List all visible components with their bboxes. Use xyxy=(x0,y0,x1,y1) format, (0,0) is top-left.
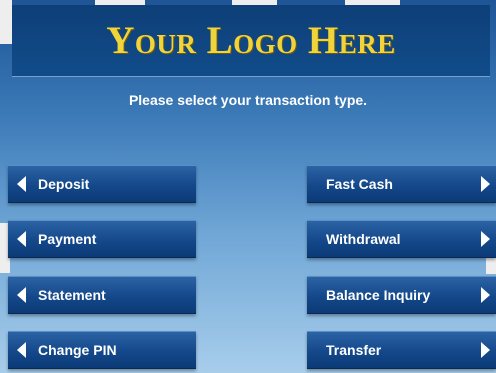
payment-button[interactable]: Payment xyxy=(8,220,196,258)
button-label: Fast Cash xyxy=(326,176,393,192)
arrow-right-icon xyxy=(481,342,490,358)
arrow-right-icon xyxy=(481,287,490,303)
transfer-button[interactable]: Transfer xyxy=(307,331,496,369)
arrow-left-icon xyxy=(17,176,26,192)
atm-screen: Your Logo Here Please select your transa… xyxy=(0,0,496,373)
button-label: Change PIN xyxy=(38,342,117,358)
withdrawal-button[interactable]: Withdrawal xyxy=(307,220,496,258)
logo-banner: Your Logo Here xyxy=(12,5,490,76)
logo-text: Your Logo Here xyxy=(106,19,396,62)
button-label: Deposit xyxy=(38,176,90,192)
statement-button[interactable]: Statement xyxy=(8,276,196,314)
balance-inquiry-button[interactable]: Balance Inquiry xyxy=(307,276,496,314)
button-label: Payment xyxy=(38,231,97,247)
button-label: Statement xyxy=(38,287,106,303)
button-label: Withdrawal xyxy=(326,231,401,247)
button-label: Balance Inquiry xyxy=(326,287,431,303)
arrow-left-icon xyxy=(17,342,26,358)
background-square xyxy=(0,0,12,44)
deposit-button[interactable]: Deposit xyxy=(8,165,196,203)
arrow-left-icon xyxy=(17,287,26,303)
arrow-right-icon xyxy=(481,176,490,192)
arrow-right-icon xyxy=(481,231,490,247)
fast-cash-button[interactable]: Fast Cash xyxy=(307,165,496,203)
change-pin-button[interactable]: Change PIN xyxy=(8,331,196,369)
arrow-left-icon xyxy=(17,231,26,247)
button-label: Transfer xyxy=(326,342,382,358)
transaction-prompt: Please select your transaction type. xyxy=(128,92,368,108)
